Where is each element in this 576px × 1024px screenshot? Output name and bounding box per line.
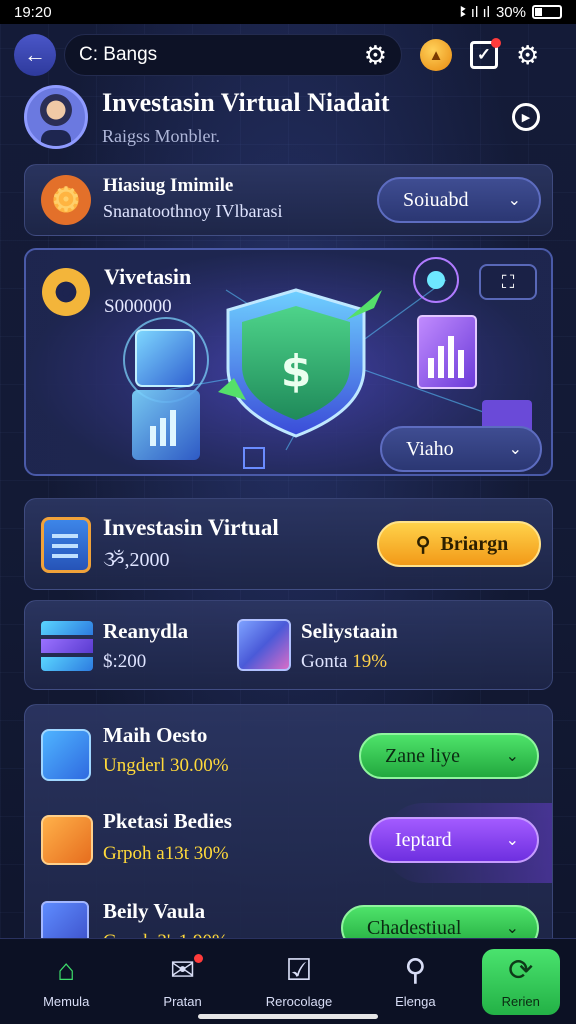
top-icons: ▲ ✓ ⚙ — [420, 38, 539, 71]
chevron-down-icon: ⌄ — [505, 920, 519, 937]
invest-value: ૐ,2000 — [103, 549, 170, 571]
nav-item-search[interactable]: ⚲ Elenga — [365, 954, 465, 1009]
nav-item-home[interactable]: ⌂ Memula — [16, 954, 116, 1009]
profile-subtitle: Raigss Monbler. — [102, 125, 221, 146]
refresh-icon: ⟳ — [508, 954, 534, 987]
invest-button-label: Briargn — [440, 532, 509, 555]
split-right-value: Gonta 19% — [301, 651, 387, 673]
hero-select[interactable]: Viaho ⌄ — [380, 426, 542, 472]
list-item-title: Beily Vaula — [103, 899, 206, 923]
home-indicator[interactable] — [198, 1014, 378, 1019]
list-item-button-label: Zane liye — [385, 744, 460, 767]
chevron-down-icon: ⌄ — [508, 441, 522, 458]
settings-select[interactable]: Soiuabd ⌄ — [377, 177, 541, 223]
profile-title: Investasin Virtual Niadait — [102, 87, 390, 117]
list-item-detail: Ungderl 30.00% — [103, 755, 229, 776]
top-bar: ← C: Bangs ⚙ ▲ ✓ ⚙ — [14, 32, 564, 78]
nav-item-refresh[interactable]: ⟳ Rerien — [481, 948, 560, 1015]
settings-gear-icon[interactable]: ⚙ — [516, 40, 539, 71]
hero-select-label: Viaho — [406, 437, 454, 460]
list-item-button[interactable]: Zane liye ⌄ — [359, 733, 539, 779]
signal-icon: ꔪ ıl ıl — [459, 3, 490, 21]
status-bar: 19:20 ꔪ ıl ıl 30% — [0, 0, 576, 24]
split-right-prefix: Gonta — [301, 651, 348, 672]
list-item-button-label: Chadestiual — [367, 916, 462, 939]
chevron-down-icon: ⌄ — [505, 748, 519, 765]
bottom-nav: ⌂ Memula ✉ Pratan ☑ Rerocolage ⚲ Elenga … — [0, 938, 576, 1024]
list-item-detail: Grpoh a13t 30% — [103, 843, 229, 864]
search-person-icon: ⚲ — [404, 954, 427, 987]
status-right: ꔪ ıl ıl 30% — [460, 4, 562, 21]
arrow-left-icon: ← — [24, 42, 46, 67]
nav-item-label: Pratan — [163, 994, 202, 1009]
hero-value: S000000 — [104, 296, 172, 317]
chevron-down-icon: ⌄ — [507, 192, 521, 209]
settings-subtitle: Snanatoothnoy IVlbarasi — [103, 201, 283, 221]
coin-symbol: ▲ — [428, 46, 444, 64]
list-item-title: Pketasi Bedies — [103, 809, 232, 833]
gold-gear-icon: ● — [42, 268, 90, 316]
cube-box-icon — [237, 619, 291, 671]
coin-icon[interactable]: ▲ — [420, 39, 452, 71]
settings-select-label: Soiuabd — [403, 188, 469, 211]
list-item-title: Maih Oesto — [103, 723, 208, 747]
battery-icon — [532, 5, 562, 19]
avatar[interactable] — [24, 85, 88, 149]
search-icon: ⚲ — [415, 533, 431, 556]
search-bar[interactable]: C: Bangs ⚙ — [64, 34, 402, 76]
chart-icon: ☑ — [285, 954, 313, 987]
list-item-button[interactable]: Ieptard ⌄ — [369, 817, 539, 863]
document-icon — [41, 729, 91, 781]
nav-item-label: Elenga — [395, 994, 436, 1009]
invest-button[interactable]: ⚲ Briargn — [377, 521, 541, 567]
home-icon: ⌂ — [57, 954, 76, 987]
chevron-down-icon: ⌄ — [505, 832, 519, 849]
folder-icon — [41, 815, 93, 865]
mail-icon: ✉ — [170, 954, 196, 987]
nav-item-chart[interactable]: ☑ Rerocolage — [249, 954, 349, 1009]
split-right-pct: 19% — [352, 651, 388, 672]
gear-clock-icon: ⚙ — [41, 175, 91, 225]
profile-header: Investasin Virtual Niadait Raigss Monble… — [24, 84, 552, 150]
split-card: Reanydla $:200 Seliystaain Gonta 19% — [24, 600, 553, 690]
list-item-button-label: Ieptard — [395, 828, 452, 851]
hero-title: Vivetasin — [104, 264, 192, 289]
invest-title: Investasin Virtual — [103, 515, 279, 540]
settings-title: Hiasiug Imimile — [103, 175, 234, 196]
layers-icon — [41, 621, 93, 671]
split-left-value: $:200 — [103, 651, 147, 672]
nav-item-label: Rerocolage — [265, 994, 333, 1009]
gear-icon[interactable]: ⚙ — [364, 40, 387, 71]
status-time: 19:20 — [14, 3, 52, 21]
corner-action-icon[interactable]: ⛶ — [479, 264, 537, 300]
tasks-checkbox-icon[interactable]: ✓ — [470, 38, 501, 69]
notification-dot — [193, 954, 203, 963]
profile-text: Investasin Virtual Niadait Raigss Monble… — [102, 88, 390, 147]
list-card: Maih Oesto Ungderl 30.00% Zane liye ⌄ Pk… — [24, 704, 553, 964]
back-button[interactable]: ← — [14, 34, 56, 76]
notification-dot — [491, 38, 501, 48]
hero-card: $ ● Vivetasin S000000 ⛶ Viaho ⌄ — [24, 248, 553, 476]
invest-card: Investasin Virtual ૐ,2000 ⚲ Briargn — [24, 498, 553, 590]
play-icon[interactable]: ▶ — [512, 103, 540, 131]
battery-level: 30% — [495, 3, 526, 21]
split-right-title: Seliystaain — [301, 619, 398, 643]
svg-text:$: $ — [281, 346, 312, 397]
nav-item-label: Rerien — [501, 994, 540, 1009]
search-text: C: Bangs — [79, 44, 158, 65]
split-left-title: Reanydla — [103, 619, 189, 643]
clipboard-icon — [41, 517, 91, 573]
nav-item-mail[interactable]: ✉ Pratan — [133, 954, 233, 1009]
settings-card: ⚙ Hiasiug Imimile Snanatoothnoy IVlbaras… — [24, 164, 553, 236]
nav-item-label: Memula — [43, 994, 90, 1009]
